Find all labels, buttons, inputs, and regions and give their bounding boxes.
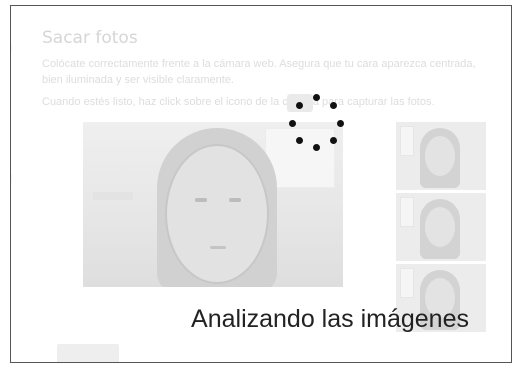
side-panel-edge: ⏐: [11, 174, 14, 184]
captured-photos-list: [396, 122, 486, 335]
analyzing-status-text: Analizando las imágenes: [191, 305, 469, 333]
spinner-dot: [313, 144, 320, 151]
background-window: [400, 197, 414, 227]
loading-spinner-icon: [287, 94, 347, 154]
face-eye: [229, 198, 241, 202]
spinner-dot: [296, 137, 303, 144]
person-face: [425, 136, 455, 176]
spinner-dot: [289, 120, 296, 127]
instructions-text: Colócate correctamente frente a la cámar…: [42, 56, 511, 88]
page-title: Sacar fotos: [42, 28, 138, 48]
spinner-dot: [337, 120, 344, 127]
background-window: [400, 268, 414, 298]
side-panel-edge: ⏐: [11, 44, 14, 54]
instructions-line: bien iluminada y ser visible claramente.: [42, 74, 234, 86]
window-frame: ⏐ ⏐ Sacar fotos Colócate correctamente f…: [10, 5, 512, 363]
face-guide-oval: [165, 144, 269, 284]
spinner-dot: [313, 94, 320, 101]
background-window: [400, 126, 414, 156]
captured-photo-thumbnail[interactable]: [396, 122, 486, 190]
person-face: [425, 207, 455, 247]
captured-photo-thumbnail[interactable]: [396, 193, 486, 261]
continue-button[interactable]: [57, 344, 119, 362]
instructions-line: Colócate correctamente frente a la cámar…: [42, 58, 476, 70]
instructions-capture-text: Cuando estés listo, haz click sobre el i…: [42, 96, 435, 108]
spinner-dot: [296, 102, 303, 109]
face-eye: [195, 198, 207, 202]
background-shelf: [93, 192, 133, 200]
spinner-dot: [330, 137, 337, 144]
spinner-dot: [330, 102, 337, 109]
photo-capture-page: ⏐ ⏐ Sacar fotos Colócate correctamente f…: [11, 6, 511, 362]
face-mouth: [210, 246, 226, 249]
